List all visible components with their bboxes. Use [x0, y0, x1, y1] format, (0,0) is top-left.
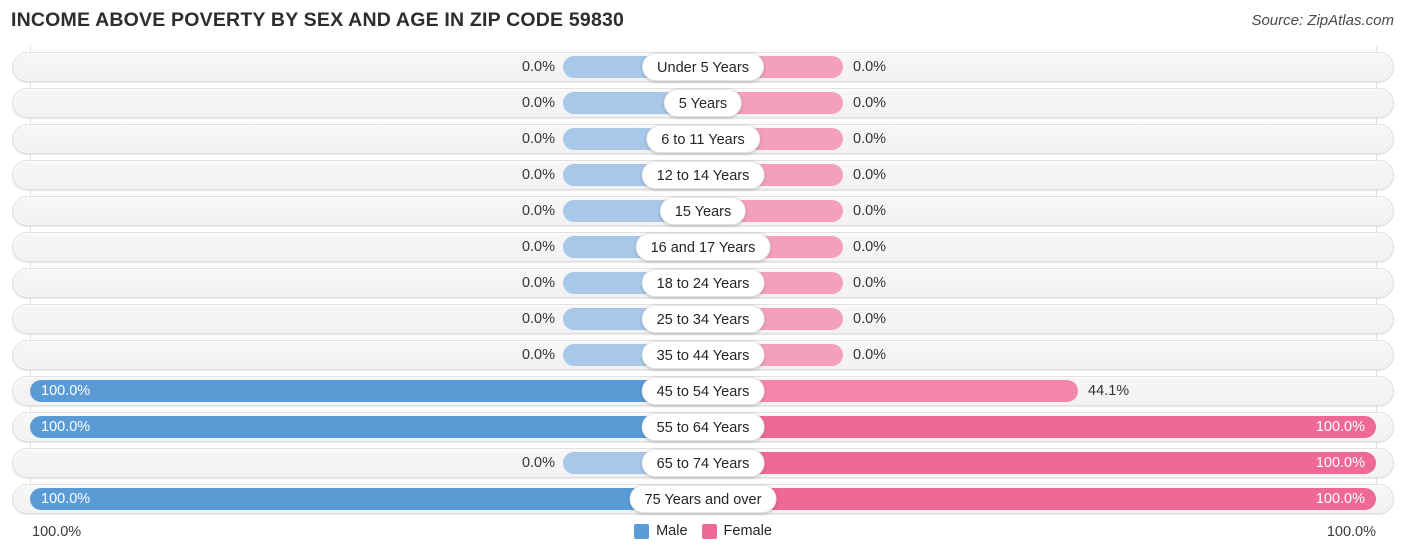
category-label[interactable]: 16 and 17 Years	[635, 233, 771, 261]
value-label-female: 100.0%	[1315, 419, 1365, 435]
chart-legend: Male Female	[0, 523, 1406, 539]
value-label-male: 0.0%	[521, 95, 555, 111]
value-label-male: 0.0%	[521, 239, 555, 255]
value-label-female: 0.0%	[853, 131, 887, 147]
legend-item-male[interactable]: Male	[634, 523, 688, 539]
legend-swatch-female-icon	[701, 523, 717, 539]
chart-row[interactable]: 0.0% 0.0% 16 and 17 Years	[12, 232, 1394, 262]
chart-row[interactable]: 0.0% 0.0% 12 to 14 Years	[12, 160, 1394, 190]
value-label-female: 0.0%	[853, 203, 887, 219]
category-label[interactable]: 45 to 54 Years	[641, 377, 765, 405]
category-label[interactable]: 65 to 74 Years	[641, 449, 765, 477]
value-label-female: 0.0%	[853, 59, 887, 75]
chart-page: INCOME ABOVE POVERTY BY SEX AND AGE IN Z…	[0, 0, 1406, 559]
value-label-male: 0.0%	[521, 455, 555, 471]
chart-row[interactable]: 0.0% 0.0% 35 to 44 Years	[12, 340, 1394, 370]
category-label[interactable]: Under 5 Years	[642, 53, 764, 81]
category-label[interactable]: 15 Years	[659, 197, 747, 225]
value-label-female: 100.0%	[1315, 491, 1365, 507]
value-label-male: 100.0%	[41, 491, 91, 507]
legend-item-female[interactable]: Female	[701, 523, 772, 539]
value-label-male: 0.0%	[521, 59, 555, 75]
chart-row[interactable]: 100.0% 44.1% 45 to 54 Years	[12, 376, 1394, 406]
value-label-female: 100.0%	[1315, 455, 1365, 471]
category-label[interactable]: 55 to 64 Years	[641, 413, 765, 441]
value-label-male: 0.0%	[521, 311, 555, 327]
legend-label-female: Female	[723, 523, 772, 539]
chart-row[interactable]: 0.0% 0.0% 18 to 24 Years	[12, 268, 1394, 298]
chart-row[interactable]: 100.0% 100.0% 75 Years and over	[12, 484, 1394, 514]
chart-row[interactable]: 0.0% 0.0% 5 Years	[12, 88, 1394, 118]
value-label-male: 0.0%	[521, 275, 555, 291]
chart-row[interactable]: 100.0% 100.0% 55 to 64 Years	[12, 412, 1394, 442]
chart-footer: 100.0% 100.0% Male Female	[0, 518, 1406, 552]
value-label-female: 0.0%	[853, 275, 887, 291]
chart-row[interactable]: 0.0% 0.0% 15 Years	[12, 196, 1394, 226]
category-label[interactable]: 25 to 34 Years	[641, 305, 765, 333]
source-attribution: Source: ZipAtlas.com	[1251, 12, 1394, 29]
category-label[interactable]: 75 Years and over	[629, 485, 777, 513]
chart-row[interactable]: 0.0% 100.0% 65 to 74 Years	[12, 448, 1394, 478]
legend-label-male: Male	[656, 523, 688, 539]
value-label-male: 0.0%	[521, 203, 555, 219]
category-label[interactable]: 5 Years	[663, 89, 743, 117]
value-label-female: 0.0%	[853, 239, 887, 255]
value-label-female: 0.0%	[853, 347, 887, 363]
bar-chart: 0.0% 0.0% Under 5 Years 0.0% 0.0% 5 Years 0.0%…	[0, 44, 1406, 516]
category-label[interactable]: 18 to 24 Years	[641, 269, 765, 297]
chart-row[interactable]: 0.0% 0.0% 25 to 34 Years	[12, 304, 1394, 334]
value-label-female: 44.1%	[1088, 383, 1130, 399]
value-label-male: 0.0%	[521, 167, 555, 183]
category-label[interactable]: 12 to 14 Years	[641, 161, 765, 189]
chart-row[interactable]: 0.0% 0.0% 6 to 11 Years	[12, 124, 1394, 154]
value-label-male: 100.0%	[41, 419, 91, 435]
page-header: INCOME ABOVE POVERTY BY SEX AND AGE IN Z…	[0, 0, 1406, 44]
category-label[interactable]: 35 to 44 Years	[641, 341, 765, 369]
category-label[interactable]: 6 to 11 Years	[646, 125, 760, 153]
legend-swatch-male-icon	[634, 523, 650, 539]
chart-row[interactable]: 0.0% 0.0% Under 5 Years	[12, 52, 1394, 82]
value-label-male: 100.0%	[41, 383, 91, 399]
page-title: INCOME ABOVE POVERTY BY SEX AND AGE IN Z…	[11, 9, 625, 31]
value-label-male: 0.0%	[521, 347, 555, 363]
value-label-female: 0.0%	[853, 95, 887, 111]
value-label-female: 0.0%	[853, 167, 887, 183]
value-label-male: 0.0%	[521, 131, 555, 147]
value-label-female: 0.0%	[853, 311, 887, 327]
